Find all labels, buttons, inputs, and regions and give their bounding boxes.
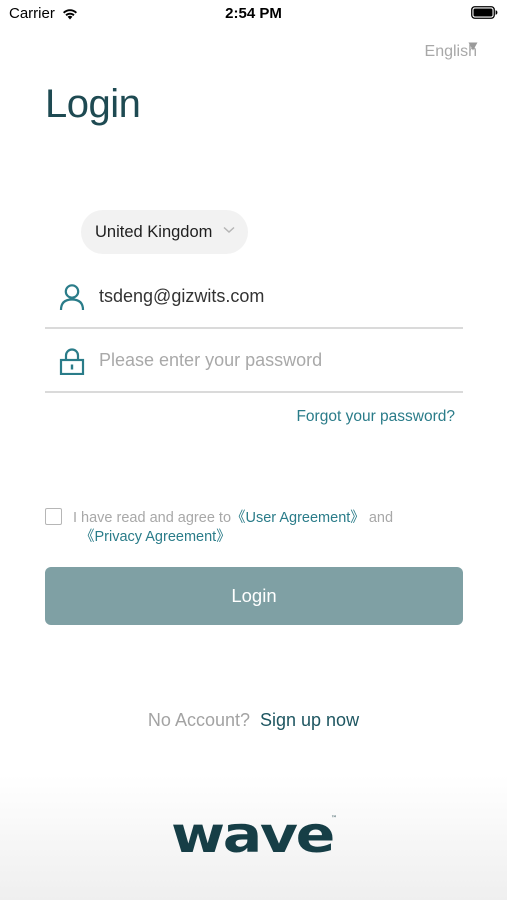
battery-icon — [471, 6, 498, 19]
caret-down-icon — [468, 42, 478, 51]
region-selector[interactable]: United Kingdom — [81, 210, 248, 254]
forgot-password-link[interactable]: Forgot your password? — [296, 408, 455, 426]
privacy-agreement-link[interactable]: 《Privacy Agreement》 — [80, 529, 231, 545]
region-label: United Kingdom — [95, 222, 213, 241]
status-time: 2:54 PM — [225, 5, 282, 22]
agreement-and: and — [368, 510, 394, 526]
email-field — [45, 267, 463, 329]
user-agreement-link[interactable]: 《User Agreement》 — [231, 510, 365, 526]
email-divider — [45, 327, 463, 329]
agreement-checkbox[interactable] — [45, 508, 62, 525]
signup-link[interactable]: Sign up now — [260, 710, 359, 730]
password-input[interactable] — [99, 343, 449, 377]
login-button[interactable]: Login — [45, 567, 463, 625]
email-input[interactable] — [99, 279, 449, 313]
no-account-label: No Account? — [147, 710, 250, 730]
page-title: Login — [45, 82, 141, 126]
agreement-text: I have read and agree to《User Agreement》… — [73, 509, 473, 529]
lock-icon — [59, 348, 85, 375]
password-field — [45, 331, 463, 393]
status-bar: Carrier 2:54 PM — [0, 0, 507, 28]
wave-logo: wave ™ — [171, 812, 337, 858]
agreement-prefix: I have read and agree to — [73, 510, 232, 526]
wave-logo-text: wave — [171, 812, 333, 858]
user-icon — [59, 284, 85, 311]
signup-prompt: No Account? Sign up now — [0, 710, 507, 731]
svg-text:™: ™ — [331, 815, 337, 822]
chevron-down-icon — [223, 226, 235, 234]
password-divider — [45, 391, 463, 393]
